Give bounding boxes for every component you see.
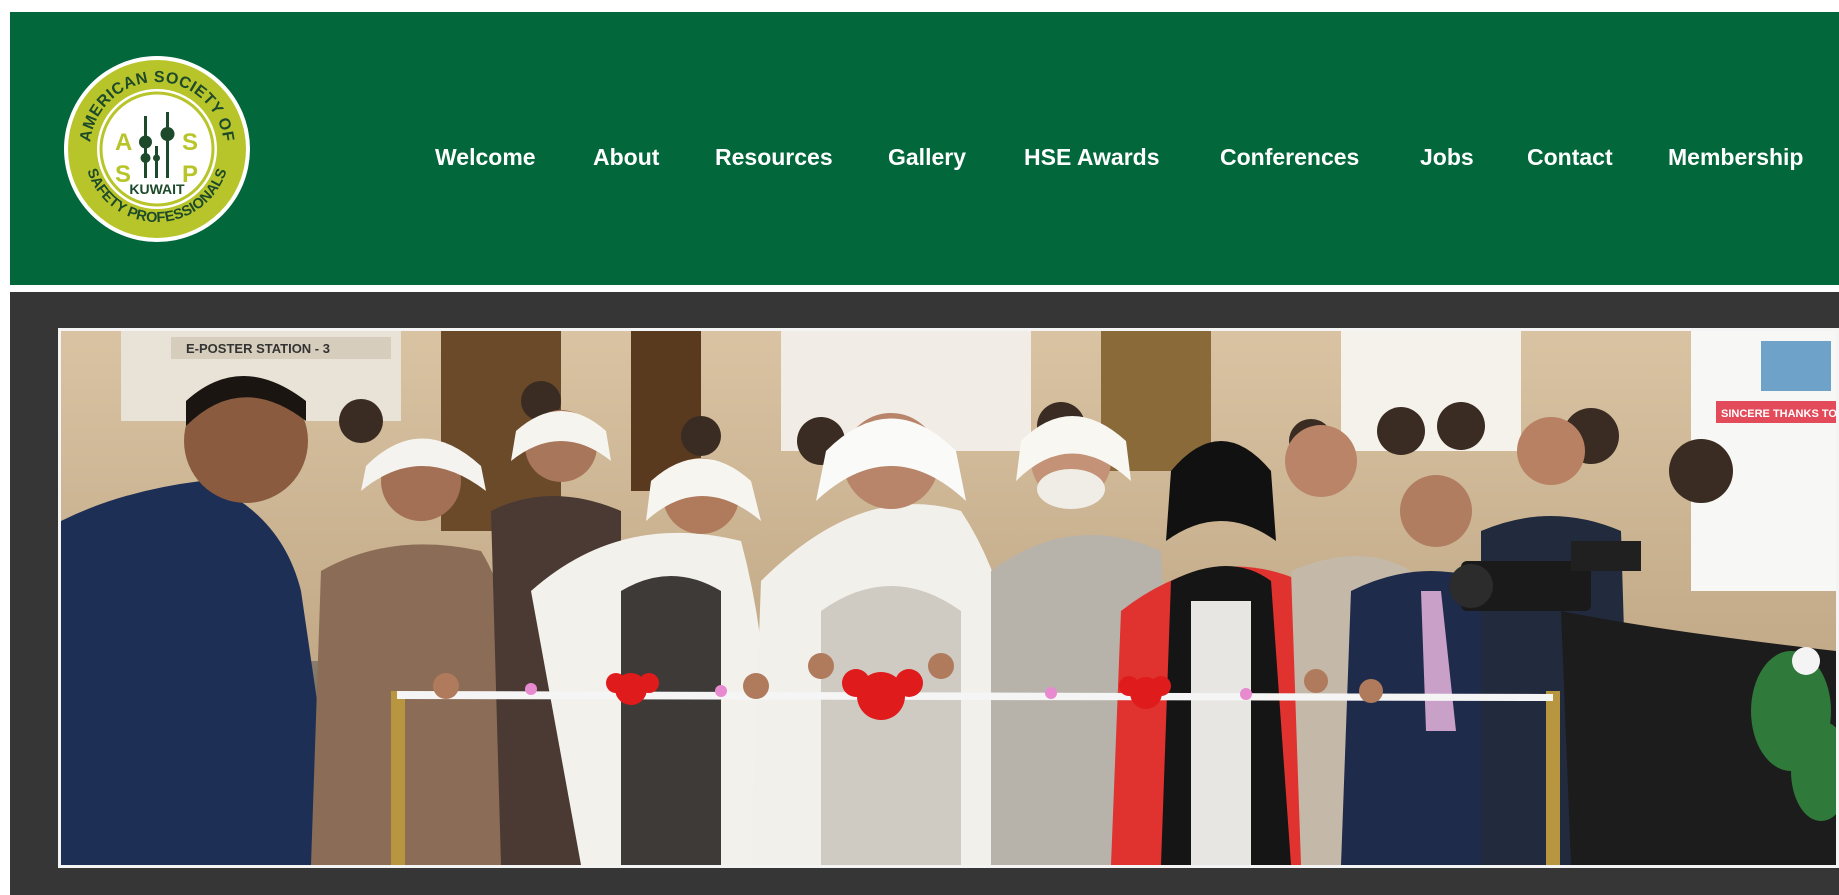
nav-gallery[interactable]: Gallery: [888, 144, 966, 171]
nav-hse-awards[interactable]: HSE Awards: [1024, 144, 1160, 171]
nav-conferences[interactable]: Conferences: [1220, 144, 1359, 171]
nav-contact[interactable]: Contact: [1527, 144, 1613, 171]
ribbon-cutting-photo: E-POSTER STATION - 3 SINCERE THANKS TO P…: [61, 331, 1836, 865]
nav-about[interactable]: About: [593, 144, 659, 171]
hero-banner: E-POSTER STATION - 3 SINCERE THANKS TO P…: [10, 292, 1839, 895]
nav-resources[interactable]: Resources: [715, 144, 833, 171]
header-divider: [10, 285, 1839, 292]
nav-welcome[interactable]: Welcome: [435, 144, 536, 171]
nav-jobs[interactable]: Jobs: [1420, 144, 1474, 171]
site-header: AMERICAN SOCIETY OF SAFETY PROFESSIONALS…: [10, 12, 1839, 285]
photo-sign-text: E-POSTER STATION - 3: [186, 341, 330, 356]
photo-banner-text: SINCERE THANKS TO PL: [1721, 408, 1836, 420]
hero-image-frame: E-POSTER STATION - 3 SINCERE THANKS TO P…: [58, 328, 1839, 868]
main-navigation: Welcome About Resources Gallery HSE Awar…: [10, 144, 1839, 184]
page-left-margin: [0, 0, 10, 895]
nav-membership[interactable]: Membership: [1668, 144, 1803, 171]
